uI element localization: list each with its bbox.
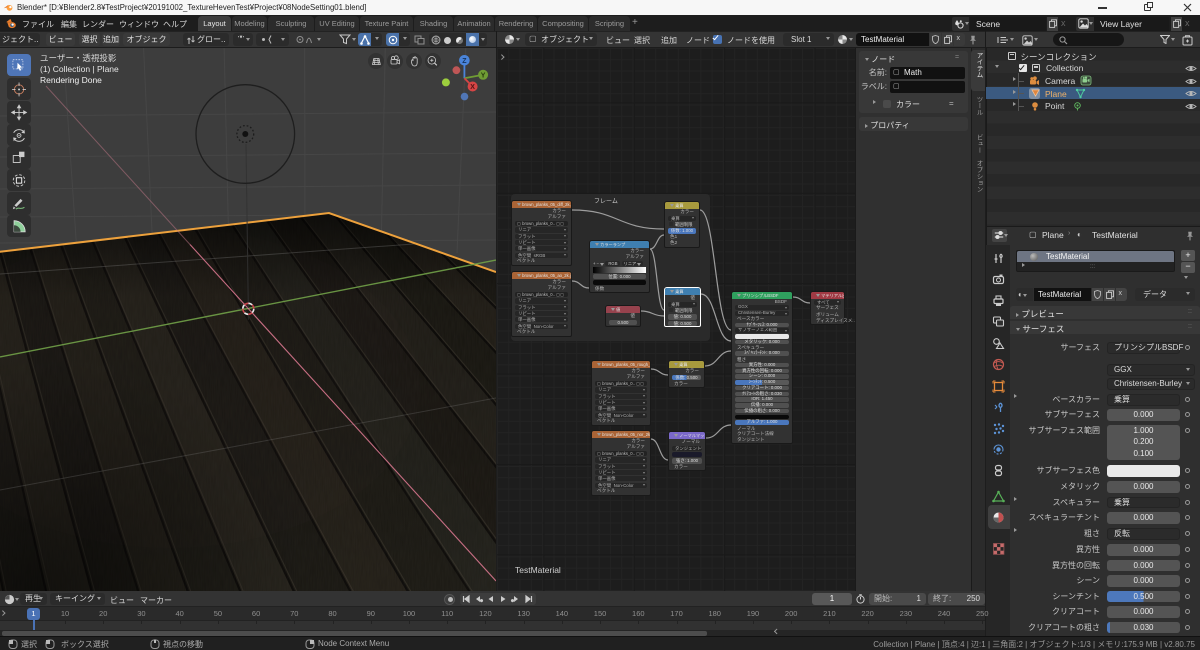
svg-text:X: X — [470, 84, 475, 91]
svg-text:Z: Z — [462, 58, 467, 65]
svg-text:Y: Y — [481, 73, 486, 80]
